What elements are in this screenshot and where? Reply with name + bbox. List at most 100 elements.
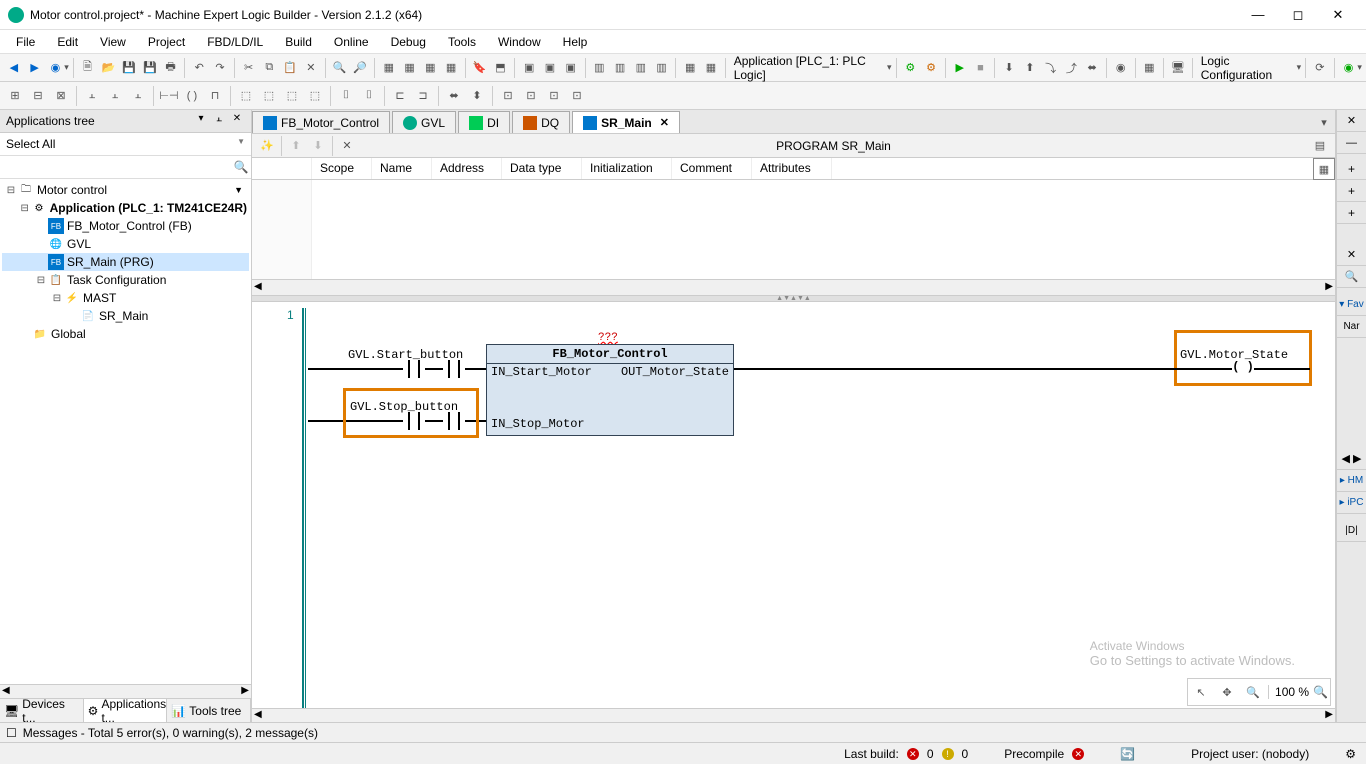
nav-dd-icon[interactable]: ◉	[46, 57, 66, 79]
contact-stop[interactable]	[403, 412, 425, 430]
tb-icon[interactable]: ▦	[701, 57, 721, 79]
search-input[interactable]	[0, 156, 231, 178]
right-fav[interactable]: ▾ Fav	[1337, 294, 1366, 316]
right-nar[interactable]: Nar	[1337, 316, 1366, 338]
col-name[interactable]: Name	[372, 158, 432, 179]
tb-icon[interactable]: ⬒	[491, 57, 511, 79]
tab-di[interactable]: DI	[458, 111, 510, 133]
saveall-icon[interactable]: 💾	[140, 57, 160, 79]
right-d[interactable]: |D|	[1337, 520, 1366, 542]
right-search-icon[interactable]: 🔍	[1337, 266, 1366, 288]
bookmark-icon[interactable]: 🔖	[470, 57, 490, 79]
fbd-icon[interactable]: ⬌	[443, 85, 465, 107]
menu-build[interactable]: Build	[275, 32, 322, 52]
precompile-error-icon[interactable]: ✕	[1072, 748, 1084, 760]
fb-in1[interactable]: IN_Start_Motor	[491, 365, 592, 379]
panel-close-icon[interactable]: ✕	[229, 113, 245, 129]
tb-icon[interactable]: ▣	[519, 57, 539, 79]
login-icon[interactable]: ⚙	[900, 57, 920, 79]
fbd-icon[interactable]: ⬚	[258, 85, 280, 107]
right-plus-icon[interactable]: +	[1337, 180, 1366, 202]
menu-online[interactable]: Online	[324, 32, 379, 52]
tab-sr-main[interactable]: SR_Main✕	[572, 111, 680, 133]
bp-icon[interactable]: ◉	[1111, 57, 1131, 79]
fbd-icon[interactable]: ⊓	[204, 85, 226, 107]
coil-motor[interactable]	[1232, 360, 1254, 378]
run-icon[interactable]: ▶	[950, 57, 970, 79]
fbd-icon[interactable]: ⊡	[566, 85, 588, 107]
tb-icon[interactable]: ▦	[379, 57, 399, 79]
tb-icon[interactable]: ▦	[1139, 57, 1159, 79]
warning-icon[interactable]: !	[942, 748, 954, 760]
pan-icon[interactable]: ✥	[1216, 681, 1238, 703]
declarations-body[interactable]	[252, 180, 1335, 280]
tb-icon[interactable]: ▦	[680, 57, 700, 79]
nav-down-icon[interactable]: ⬇	[307, 135, 329, 157]
col-attrs[interactable]: Attributes	[752, 158, 832, 179]
logout-icon[interactable]: ⚙	[921, 57, 941, 79]
col-init[interactable]: Initialization	[582, 158, 672, 179]
menu-project[interactable]: Project	[138, 32, 195, 52]
right-hm[interactable]: ▸ HM	[1337, 470, 1366, 492]
paste-icon[interactable]: 📋	[280, 57, 300, 79]
fbd-icon[interactable]: ⊞	[4, 85, 26, 107]
fbd-icon[interactable]: ⊡	[520, 85, 542, 107]
print-icon[interactable]: 🖶	[161, 57, 181, 79]
contact-start[interactable]	[403, 360, 425, 378]
delete-icon[interactable]: ✕	[301, 57, 321, 79]
minimize-button[interactable]: —	[1238, 7, 1278, 22]
fbd-icon[interactable]: ⬚	[235, 85, 257, 107]
tree-gvl[interactable]: 🌐GVL	[2, 235, 249, 253]
pointer-icon[interactable]: ↖	[1190, 681, 1212, 703]
fbd-icon[interactable]: ⬚	[304, 85, 326, 107]
fb-block[interactable]: FB_Motor_Control IN_Start_Motor OUT_Moto…	[486, 344, 734, 436]
col-scope[interactable]: Scope	[312, 158, 372, 179]
step-icon[interactable]: ⬆	[1020, 57, 1040, 79]
messages-bar[interactable]: ☐ Messages - Total 5 error(s), 0 warning…	[0, 722, 1366, 742]
tb-icon[interactable]: ▣	[540, 57, 560, 79]
menu-fbd[interactable]: FBD/LD/IL	[197, 32, 273, 52]
step-icon[interactable]: ⬌	[1082, 57, 1102, 79]
step-icon[interactable]: ⤵	[1041, 57, 1061, 79]
open-icon[interactable]: 📂	[98, 57, 118, 79]
tab-dq[interactable]: DQ	[512, 111, 570, 133]
view-mode-icon[interactable]: ▤	[1309, 135, 1331, 157]
zoom-value[interactable]: 100 %	[1268, 685, 1309, 699]
step-icon[interactable]: ⤴	[1061, 57, 1081, 79]
redo-icon[interactable]: ↷	[210, 57, 230, 79]
tabs-dd-icon[interactable]: ▾	[1313, 111, 1335, 133]
fbd-icon[interactable]: ⬍	[466, 85, 488, 107]
fb-out1[interactable]: OUT_Motor_State	[621, 365, 729, 379]
step-icon[interactable]: ⬇	[999, 57, 1019, 79]
fbd-icon[interactable]: ⫠	[127, 85, 149, 107]
tb-icon[interactable]: ▦	[420, 57, 440, 79]
zoom-dd-icon[interactable]: 🔍	[1313, 685, 1328, 699]
tree-global[interactable]: 📁Global	[2, 325, 249, 343]
del-icon[interactable]: ✕	[336, 135, 358, 157]
stop-icon[interactable]: ■	[971, 57, 991, 79]
fbd-icon[interactable]: ⊠	[50, 85, 72, 107]
tree-fb[interactable]: FBFB_Motor_Control (FB)	[2, 217, 249, 235]
fb-instance-error[interactable]: ???	[598, 332, 618, 344]
sync-icon[interactable]: 🔄	[1120, 747, 1135, 761]
fbd-icon[interactable]: ⌷	[335, 85, 357, 107]
menu-tools[interactable]: Tools	[438, 32, 486, 52]
wand-icon[interactable]: ✨	[256, 135, 278, 157]
nav-up-icon[interactable]: ⬆	[285, 135, 307, 157]
tree-sr-task[interactable]: 📄SR_Main	[2, 307, 249, 325]
config-dd-icon[interactable]: ▾	[1297, 62, 1302, 73]
right-lr-icon[interactable]: ◀ ▶	[1337, 448, 1366, 470]
tb-icon[interactable]: ▦	[441, 57, 461, 79]
tb-icon[interactable]: ▥	[631, 57, 651, 79]
ladder-editor[interactable]: 1 GVL.Start_button GVL.Stop_button	[252, 302, 1335, 708]
fbd-icon[interactable]: ⊟	[27, 85, 49, 107]
fbd-icon[interactable]: ⊡	[543, 85, 565, 107]
coil-icon[interactable]: ( )	[181, 85, 203, 107]
tb-icon[interactable]: ▥	[610, 57, 630, 79]
close-button[interactable]: ✕	[1318, 7, 1358, 23]
zoom-icon[interactable]: 🔍	[1242, 681, 1264, 703]
fbd-icon[interactable]: ⊏	[389, 85, 411, 107]
menu-debug[interactable]: Debug	[381, 32, 436, 52]
menu-file[interactable]: File	[6, 32, 45, 52]
right-up-icon[interactable]: —	[1337, 132, 1366, 154]
